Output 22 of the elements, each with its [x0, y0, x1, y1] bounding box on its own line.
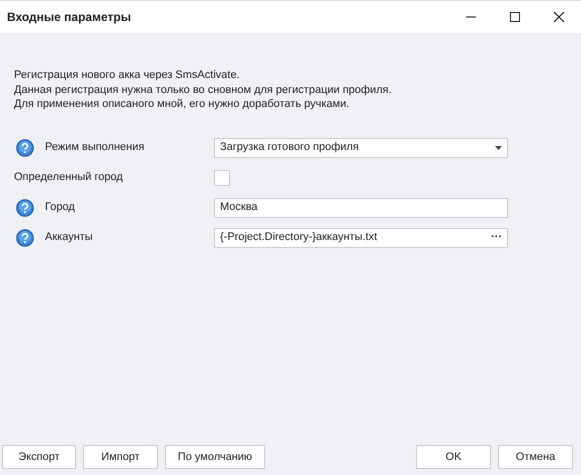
dialog-button[interactable]: По умолчанию [165, 445, 265, 469]
close-icon [553, 11, 565, 23]
help-icon[interactable] [16, 138, 34, 156]
window-title: Входные параметры [7, 9, 132, 26]
description-text: Данная регистрация нужна только во сновном для регистрации профиля. [14, 82, 393, 97]
field-label: Определенный город [14, 170, 123, 186]
maximize-icon [509, 11, 521, 23]
field-label: Город [45, 200, 75, 216]
checkbox[interactable] [214, 170, 230, 186]
dialog-button[interactable]: Отмена [498, 445, 573, 469]
help-icon[interactable] [16, 198, 34, 216]
description-text: Для применения описаного мной, его нужно доработать ручками. [14, 97, 350, 112]
description-text: Регистрация нового акка через SmsActivate. [14, 68, 241, 82]
text-field[interactable]: Москва [214, 198, 508, 218]
dialog-button[interactable]: OK [416, 445, 491, 469]
dropdown[interactable]: Загрузка готового профиля [214, 138, 508, 158]
help-icon[interactable] [16, 228, 34, 246]
field-label: Режим выполнения [45, 140, 144, 156]
dialog-button[interactable]: Экспорт [2, 445, 76, 469]
field-label: Аккаунты [45, 230, 93, 246]
caret-icon [495, 146, 502, 150]
dialog-button[interactable]: Импорт [83, 445, 158, 469]
